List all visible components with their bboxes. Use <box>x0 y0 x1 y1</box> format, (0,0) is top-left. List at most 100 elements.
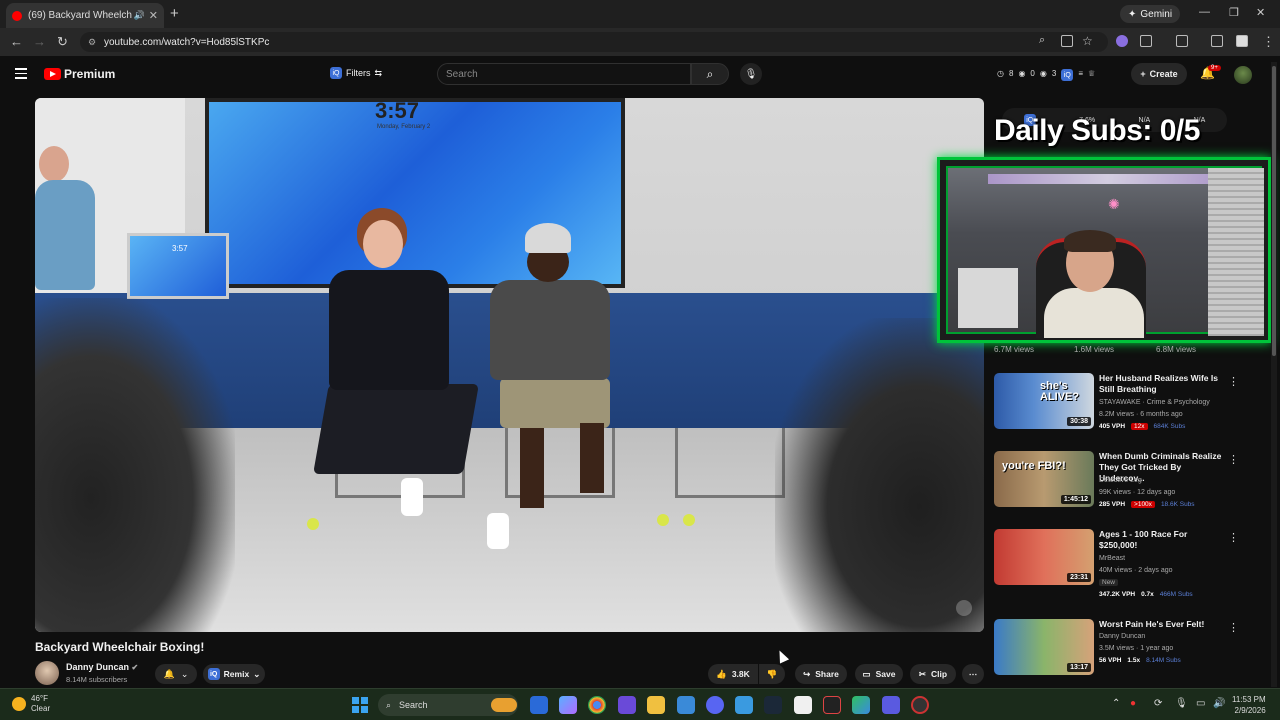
filters-button[interactable]: iQ Filters ⇆ <box>330 67 382 79</box>
browser-menu-icon[interactable]: ⋮ <box>1262 34 1275 50</box>
new-tab-button[interactable]: + <box>170 5 179 22</box>
more-options-icon[interactable]: ⋮ <box>1228 375 1239 388</box>
search-icon: ⌕ <box>386 699 392 710</box>
channel-name[interactable]: STAYAWAKE · Crime & Psychology <box>1099 399 1210 406</box>
channel-subs: 466M Subs <box>1159 591 1193 598</box>
create-label: Create <box>1149 69 1178 79</box>
chrome-app-icon[interactable] <box>588 696 606 714</box>
remix-button[interactable]: iQ Remix ⌄ <box>203 664 265 684</box>
audio-icon[interactable]: 🔊 <box>134 10 145 21</box>
prev-views-1: 6.7M views <box>994 345 1035 354</box>
bookmark-star-icon[interactable]: ☆ <box>1082 34 1093 48</box>
chevron-down-icon: ⌄ <box>180 668 189 679</box>
close-window-icon[interactable]: ✕ <box>1256 6 1265 19</box>
tray-chevron-icon[interactable]: ⌃ <box>1112 698 1120 709</box>
tray-display-icon[interactable]: ▭ <box>1196 698 1205 709</box>
account-avatar[interactable] <box>1234 66 1252 84</box>
more-options-icon[interactable]: ⋮ <box>1228 621 1239 634</box>
menu-hamburger-icon[interactable] <box>15 68 27 82</box>
recommended-video[interactable]: you're FBI?! 1:45:12 When Dumb Criminals… <box>994 451 1244 521</box>
obs-app-icon[interactable] <box>911 696 929 714</box>
weather-widget[interactable]: 46°F Clear <box>12 694 50 714</box>
like-button[interactable]: 👍 3.8K <box>708 664 758 684</box>
gemini-button[interactable]: ✦ Gemini <box>1120 5 1181 23</box>
filters-label: Filters <box>346 68 371 78</box>
forward-icon[interactable]: → <box>33 34 46 49</box>
store-app-icon[interactable] <box>794 696 812 714</box>
create-button[interactable]: + Create <box>1131 63 1187 85</box>
reload-icon[interactable]: ↻ <box>57 34 68 50</box>
search-input[interactable]: Search <box>437 63 691 85</box>
discord-app-icon[interactable] <box>706 696 724 714</box>
recommended-video[interactable]: 13:17 Worst Pain He's Ever Felt! Danny D… <box>994 619 1244 689</box>
multiplier-badge: 12x <box>1131 423 1148 430</box>
video-thumbnail[interactable]: 13:17 <box>994 619 1094 675</box>
subscription-bell-button[interactable]: 🔔 ⌄ <box>155 664 197 684</box>
video-thumbnail[interactable]: she's ALIVE? 30:38 <box>994 373 1094 429</box>
file-explorer-icon[interactable] <box>647 696 665 714</box>
restore-icon[interactable]: ❐ <box>1229 6 1239 19</box>
site-info-icon[interactable]: ⚙ <box>88 37 96 48</box>
teams-app-icon[interactable] <box>882 696 900 714</box>
tray-mic-icon[interactable]: 🎙 <box>1175 698 1188 709</box>
sidepanel-icon[interactable] <box>1176 35 1188 47</box>
more-options-icon[interactable]: ⋮ <box>1228 453 1239 466</box>
photos-app-icon[interactable] <box>735 696 753 714</box>
outlook-app-icon[interactable] <box>530 696 548 714</box>
extension-icon[interactable] <box>1116 35 1128 47</box>
recommended-video[interactable]: 23:31 Ages 1 - 100 Race For $250,000! Mr… <box>994 529 1244 599</box>
profile-icon[interactable] <box>1236 35 1248 47</box>
video-title[interactable]: Worst Pain He's Ever Felt! <box>1099 619 1225 630</box>
video-title[interactable]: Her Husband Realizes Wife Is Still Breat… <box>1099 373 1225 395</box>
share-button[interactable]: ↪ Share <box>795 664 847 684</box>
voice-search-button[interactable]: 🎙 <box>740 63 762 85</box>
cast-icon[interactable] <box>1061 35 1073 47</box>
more-options-icon[interactable]: ⋮ <box>1228 531 1239 544</box>
channel-name[interactable]: Detective Leg <box>1099 477 1142 484</box>
recommended-video[interactable]: she's ALIVE? 30:38 Her Husband Realizes … <box>994 373 1244 443</box>
address-bar[interactable]: youtube.com/watch?v=Hod85lSTKPc <box>80 32 1108 52</box>
app-icon[interactable] <box>823 696 841 714</box>
save-button[interactable]: ▭ Save <box>855 664 903 684</box>
channel-avatar[interactable] <box>35 661 59 685</box>
video-thumbnail[interactable]: you're FBI?! 1:45:12 <box>994 451 1094 507</box>
search-button[interactable]: ⌕ <box>691 63 729 85</box>
minimize-icon[interactable]: — <box>1199 6 1210 18</box>
channel-name[interactable]: MrBeast <box>1099 555 1125 562</box>
dislike-button[interactable]: 👎 <box>759 664 785 684</box>
browser-tab-youtube[interactable]: (69) Backyard Wheelchair B 🔊 ✕ <box>6 3 164 28</box>
video-thumbnail[interactable]: 23:31 <box>994 529 1094 585</box>
vph-value: 285 VPH <box>1099 501 1126 508</box>
app-icon[interactable] <box>618 696 636 714</box>
tray-sync-icon[interactable]: ⟳ <box>1154 698 1162 709</box>
channel-name-link[interactable]: Danny Duncan ✔ <box>66 662 138 672</box>
back-icon[interactable]: ← <box>10 34 23 49</box>
more-actions-button[interactable]: ⋯ <box>962 664 984 684</box>
app-icon[interactable] <box>852 696 870 714</box>
scrollbar-thumb[interactable] <box>1272 66 1276 356</box>
notepad-app-icon[interactable] <box>677 696 695 714</box>
zoom-icon[interactable]: ⌕ <box>1039 34 1045 47</box>
tennis-ball <box>683 514 695 526</box>
channel-subscriber-count: 8.14M subscribers <box>66 675 128 684</box>
microphone-icon: 🎙 <box>744 68 758 80</box>
reading-list-icon[interactable] <box>1211 35 1223 47</box>
tray-app-icon[interactable]: ● <box>1130 698 1136 709</box>
channel-name[interactable]: Danny Duncan <box>1099 633 1145 640</box>
close-tab-icon[interactable]: ✕ <box>149 9 158 22</box>
clock-date: 2/9/2026 <box>1234 706 1266 715</box>
tab-title: (69) Backyard Wheelchair B <box>28 10 132 21</box>
clip-button[interactable]: ✂ Clip <box>910 664 956 684</box>
video-title[interactable]: Ages 1 - 100 Race For $250,000! <box>1099 529 1225 551</box>
copilot-app-icon[interactable] <box>559 696 577 714</box>
speaker-icon[interactable]: 🔊 <box>1213 698 1225 709</box>
windows-start-icon[interactable] <box>352 697 368 713</box>
player-overlay-icon[interactable] <box>956 600 972 616</box>
like-count: 3.8K <box>731 669 750 679</box>
youtube-premium-logo[interactable]: Premium <box>44 67 115 81</box>
steam-app-icon[interactable] <box>764 696 782 714</box>
extensions-puzzle-icon[interactable] <box>1140 35 1152 47</box>
taskbar-clock[interactable]: 11:53 PM 2/9/2026 <box>1232 694 1266 716</box>
video-player[interactable]: 3:57 Monday, February 2 3:57 <box>35 98 984 632</box>
extension-stats[interactable]: ◷ 8 ◉ 0 ◉ 3 iQ ≡ ♕ <box>997 69 1095 81</box>
